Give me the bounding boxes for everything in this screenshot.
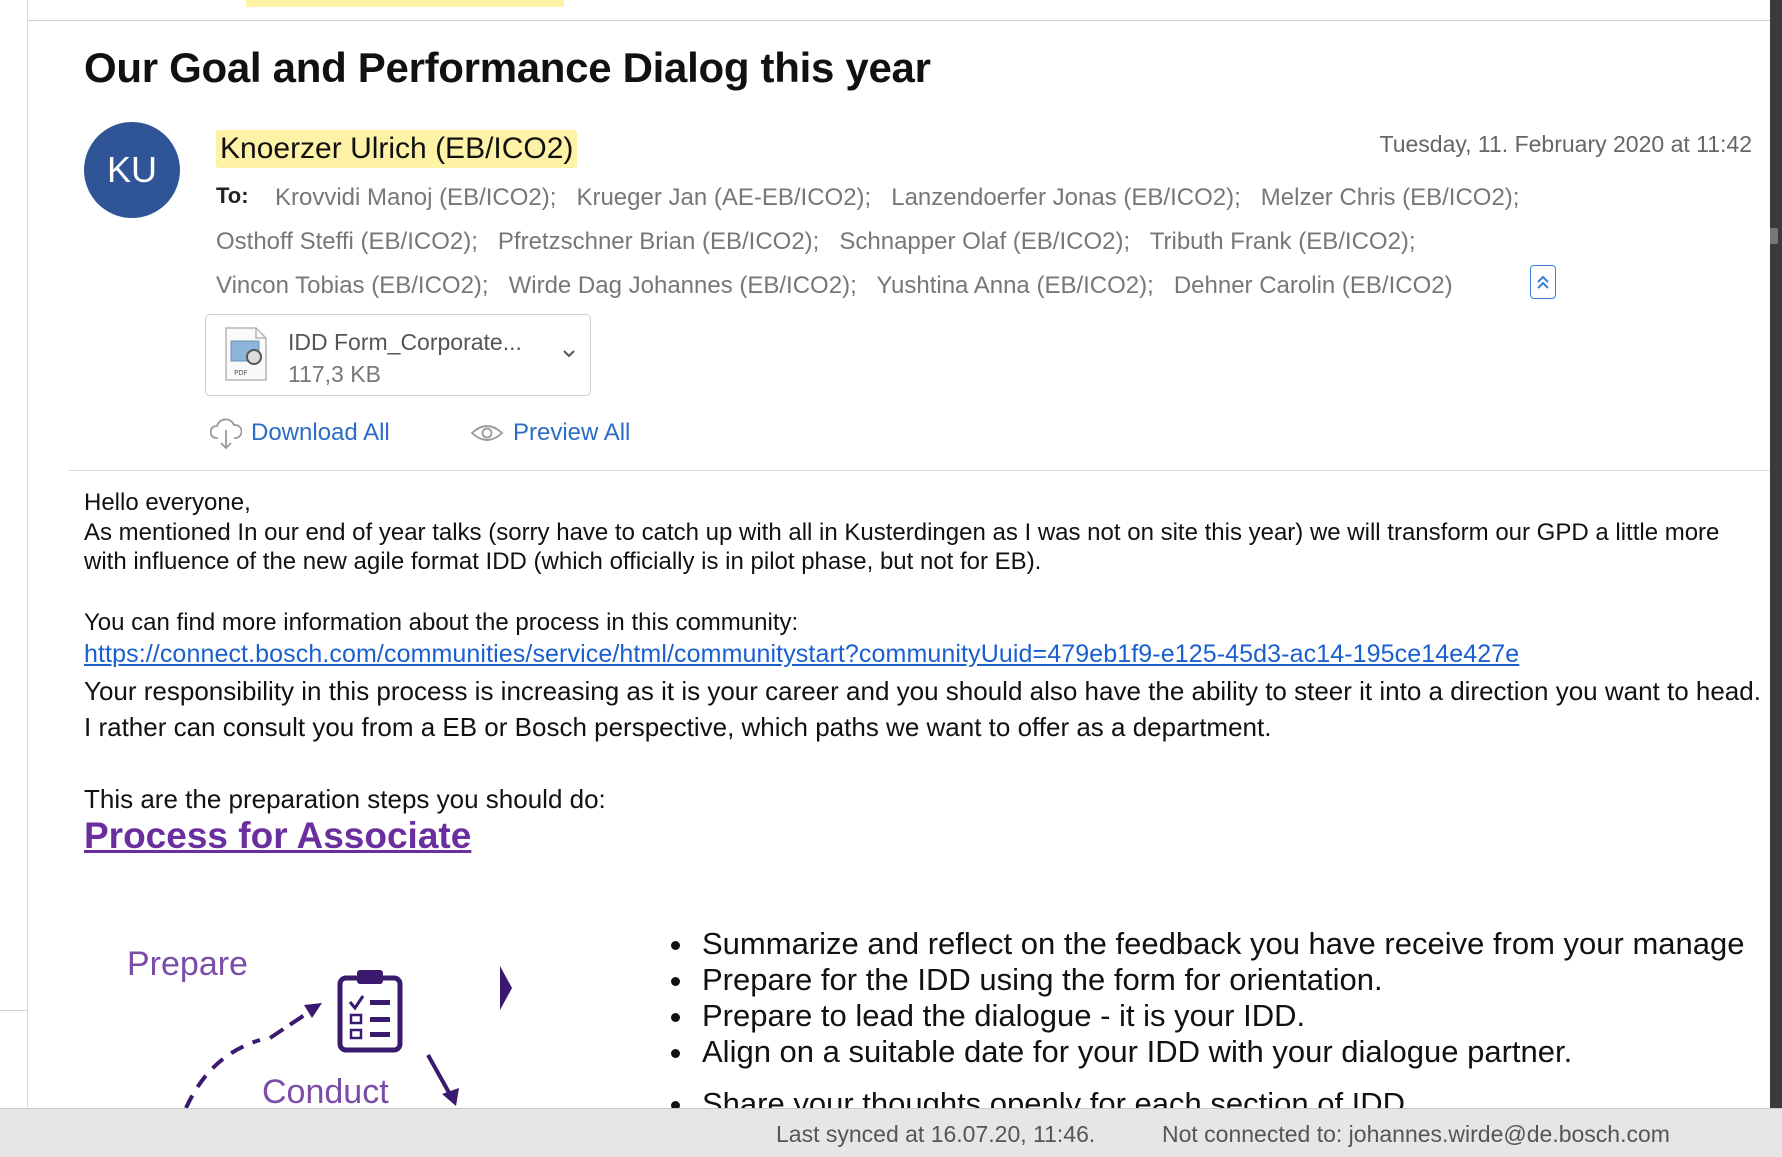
sync-status: Last synced at 16.07.20, 11:46.	[776, 1121, 1096, 1147]
preview-all-button[interactable]: Preview All	[513, 419, 630, 447]
pdf-file-icon: PDF	[225, 327, 267, 381]
body-paragraph: Your responsibility in this process is i…	[84, 676, 1761, 742]
message-list-edge	[0, 0, 28, 1108]
attachment-size: 117,3 KB	[288, 361, 381, 387]
recipient[interactable]: Krueger Jan (AE-EB/ICO2);	[576, 184, 871, 211]
recipient-list: Krovvidi Manoj (EB/ICO2); Krueger Jan (A…	[216, 176, 1636, 308]
email-date: Tuesday, 11. February 2020 at 11:42	[1379, 131, 1753, 157]
body-paragraph: You can find more information about the …	[84, 609, 799, 636]
recipient[interactable]: Tributh Frank (EB/ICO2);	[1150, 228, 1416, 255]
list-item: Summarize and reflect on the feedback yo…	[696, 926, 1745, 962]
diagram-label-conduct: Conduct	[262, 1073, 389, 1111]
body-paragraph: As mentioned In our end of year talks (s…	[84, 519, 1720, 575]
clipboard-checklist-icon	[337, 970, 403, 1053]
recipient[interactable]: Vincon Tobias (EB/ICO2);	[216, 272, 489, 299]
body-paragraph: This are the preparation steps you shoul…	[84, 784, 606, 814]
attachment-menu-button[interactable]	[562, 339, 576, 365]
attachment-name: IDD Form_Corporate...	[288, 329, 522, 355]
preparation-steps-list: Summarize and reflect on the feedback yo…	[660, 926, 1745, 1122]
sender-name[interactable]: Knoerzer Ulrich (EB/ICO2)	[216, 130, 578, 168]
pdf-label: PDF	[234, 369, 248, 377]
scrollbar-thumb[interactable]	[1770, 228, 1778, 244]
recipient[interactable]: Dehner Carolin (EB/ICO2)	[1174, 272, 1453, 299]
recipient[interactable]: Wirde Dag Johannes (EB/ICO2);	[509, 272, 857, 299]
recipient[interactable]: Schnapper Olaf (EB/ICO2);	[839, 228, 1130, 255]
email-subject: Our Goal and Performance Dialog this yea…	[84, 44, 931, 91]
eye-icon[interactable]	[470, 421, 504, 445]
list-item: Prepare to lead the dialogue - it is you…	[696, 998, 1745, 1034]
list-item: Prepare for the IDD using the form for o…	[696, 962, 1745, 998]
recipient[interactable]: Yushtina Anna (EB/ICO2);	[876, 272, 1154, 299]
collapse-recipients-button[interactable]	[1530, 265, 1556, 299]
header-body-separator	[68, 470, 1770, 471]
recipient[interactable]: Osthoff Steffi (EB/ICO2);	[216, 228, 478, 255]
list-divider	[0, 1010, 27, 1011]
sender-avatar[interactable]: KU	[84, 122, 180, 218]
download-all-button[interactable]: Download All	[251, 419, 390, 447]
recipient[interactable]: Lanzendoerfer Jonas (EB/ICO2);	[891, 184, 1241, 211]
process-title-link[interactable]: Process for Associate	[84, 815, 471, 857]
previous-message-highlight	[246, 0, 564, 7]
list-item: Align on a suitable date for your IDD wi…	[696, 1034, 1745, 1070]
greeting: Hello everyone,	[84, 489, 251, 516]
connection-status[interactable]: Not connected to: johannes.wirde@de.bosc…	[1162, 1121, 1670, 1148]
header-divider	[27, 20, 1770, 21]
cloud-download-icon[interactable]	[210, 416, 242, 450]
recipient[interactable]: Pfretzschner Brian (EB/ICO2);	[498, 228, 819, 255]
attachment-card[interactable]: PDF IDD Form_Corporate... 117,3 KB	[205, 314, 591, 396]
right-pane-edge	[1770, 0, 1782, 1108]
status-bar: Last synced at 16.07.20, 11:46. Not conn…	[0, 1108, 1782, 1157]
recipient[interactable]: Krovvidi Manoj (EB/ICO2);	[275, 184, 556, 211]
community-link[interactable]: https://connect.bosch.com/communities/se…	[84, 640, 1519, 669]
double-chevron-up-icon	[1537, 275, 1549, 289]
chevron-down-icon	[563, 350, 575, 358]
recipient[interactable]: Melzer Chris (EB/ICO2);	[1261, 184, 1520, 211]
